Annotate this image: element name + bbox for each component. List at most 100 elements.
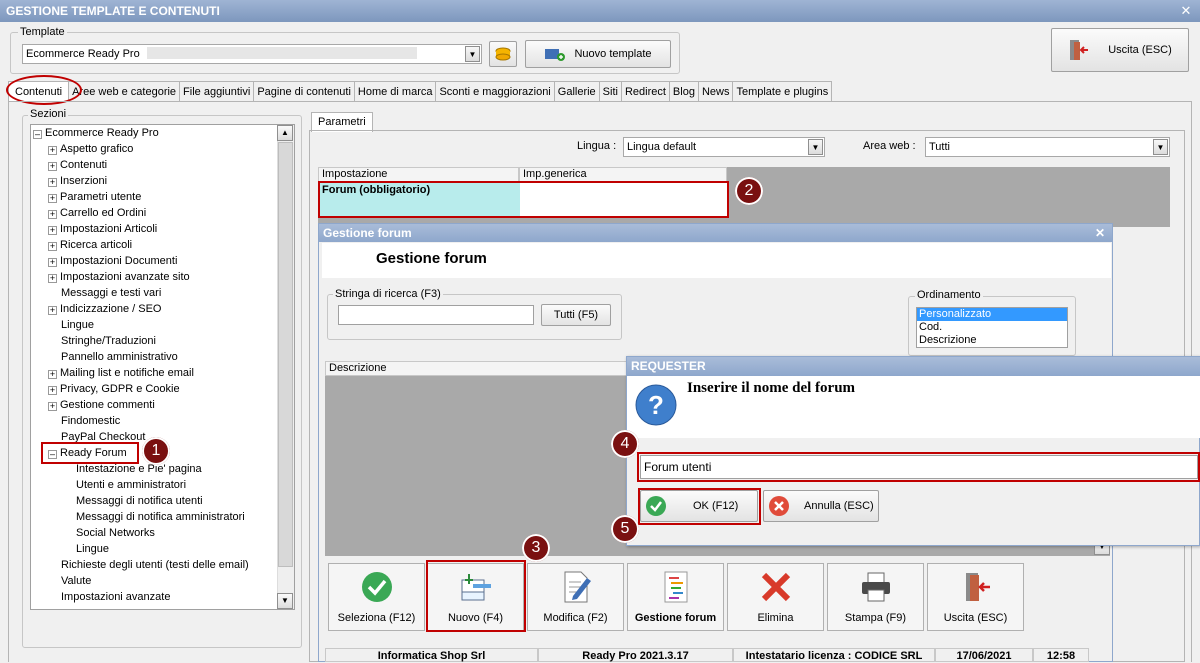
status-version: Ready Pro 2021.3.17 — [538, 648, 733, 662]
new-template-button[interactable]: Nuovo template — [525, 40, 671, 68]
lingua-select[interactable]: Lingua default ▼ — [623, 137, 825, 157]
tab-home-marca[interactable]: Home di marca — [353, 81, 437, 102]
tab-aree-web[interactable]: Aree web e categorie — [68, 81, 181, 102]
tree-item[interactable]: + Gestione commenti — [48, 397, 155, 413]
tree-item-label: Carrello ed Ordini — [60, 207, 147, 219]
tab-file-aggiuntivi[interactable]: File aggiuntivi — [179, 81, 255, 102]
tab-redirect[interactable]: Redirect — [620, 81, 670, 102]
tree-child-item[interactable]: Social Networks — [76, 525, 155, 541]
tree-item[interactable]: + Contenuti — [48, 157, 107, 173]
expand-icon[interactable]: + — [48, 162, 57, 171]
tree-item[interactable]: Stringhe/Traduzioni — [61, 333, 156, 349]
new-button-highlight — [426, 560, 526, 632]
col-descrizione: Descrizione — [325, 361, 630, 376]
edit-button[interactable]: Modifica (F2) — [527, 563, 624, 631]
tree-child-item[interactable]: Messaggi di notifica amministratori — [76, 509, 245, 525]
tree-item[interactable]: Messaggi e testi vari — [61, 285, 161, 301]
tab-blog[interactable]: Blog — [668, 81, 699, 102]
expand-icon[interactable]: + — [48, 210, 57, 219]
exit-button[interactable]: Uscita (ESC) — [1051, 28, 1189, 72]
tree-item[interactable]: Impostazioni avanzate — [61, 589, 170, 605]
expand-icon[interactable]: + — [48, 386, 57, 395]
order-option-2[interactable]: Descrizione — [917, 334, 976, 347]
tree-item-label: Aspetto grafico — [60, 143, 134, 155]
template-select[interactable]: Ecommerce Ready Pro ▼ — [22, 44, 482, 64]
all-button[interactable]: Tutti (F5) — [541, 304, 611, 326]
manage-forum-button[interactable]: Gestione forum — [627, 563, 724, 631]
tree-item[interactable]: Lingue — [61, 317, 94, 333]
tree-item[interactable]: Pannello amministrativo — [61, 349, 178, 365]
svg-text:?: ? — [648, 390, 664, 420]
tab-sconti[interactable]: Sconti e maggiorazioni — [435, 81, 555, 102]
expand-icon[interactable]: + — [48, 370, 57, 379]
tree-item[interactable]: + Aspetto grafico — [48, 141, 133, 157]
area-web-label: Area web : — [863, 140, 916, 152]
close-icon[interactable]: ✕ — [1095, 224, 1105, 242]
tree-root[interactable]: – Ecommerce Ready Pro — [33, 125, 159, 141]
database-button[interactable] — [489, 41, 517, 67]
requester-question: Inserire il nome del forum — [687, 380, 856, 396]
order-option-1[interactable]: Cod. — [917, 321, 942, 334]
expand-icon[interactable]: + — [48, 402, 57, 411]
edit-document-icon — [564, 571, 591, 603]
tree-item[interactable]: + Ricerca articoli — [48, 237, 132, 253]
tree-item-label: Impostazioni Documenti — [60, 255, 178, 267]
ok-highlight — [638, 488, 761, 525]
expand-icon[interactable]: + — [48, 258, 57, 267]
tree-item[interactable]: + Mailing list e notifiche email — [48, 365, 194, 381]
tab-template-plugins[interactable]: Template e plugins — [732, 81, 833, 102]
expand-icon[interactable]: + — [48, 178, 57, 187]
tree-item[interactable]: Richieste degli utenti (testi delle emai… — [61, 557, 249, 573]
tree-child-item[interactable]: Lingue — [76, 541, 109, 557]
tree-item[interactable]: + Impostazioni Articoli — [48, 221, 157, 237]
close-icon[interactable]: ✕ — [1178, 3, 1194, 19]
tree-item[interactable]: + Privacy, GDPR e Cookie — [48, 381, 180, 397]
tree-item[interactable]: + Impostazioni avanzate sito — [48, 269, 190, 285]
search-label: Stringa di ricerca (F3) — [333, 288, 443, 300]
tree-list-icon — [664, 571, 687, 603]
tree-item[interactable]: Findomestic — [61, 413, 120, 429]
order-option-0[interactable]: Personalizzato — [917, 308, 1067, 321]
expand-icon[interactable]: + — [48, 226, 57, 235]
expand-icon[interactable]: + — [48, 274, 57, 283]
search-input[interactable] — [338, 305, 534, 325]
input-highlight — [637, 452, 1200, 482]
tree-item[interactable]: + Impostazioni Documenti — [48, 253, 177, 269]
status-company: Informatica Shop Srl — [325, 648, 538, 662]
tab-parametri[interactable]: Parametri — [311, 112, 373, 132]
tree-item[interactable]: + Carrello ed Ordini — [48, 205, 146, 221]
scroll-thumb[interactable] — [278, 142, 293, 567]
tree-child-item[interactable]: Messaggi di notifica utenti — [76, 493, 203, 509]
tree-item[interactable]: Valute — [61, 573, 91, 589]
tree-item[interactable]: + Inserzioni — [48, 173, 107, 189]
tab-gallerie[interactable]: Gallerie — [553, 81, 600, 102]
expand-icon[interactable]: + — [48, 306, 57, 315]
tree-item-label: Indicizzazione / SEO — [60, 303, 162, 315]
step-badge-3: 3 — [522, 534, 550, 562]
tree-item-label: Stringhe/Traduzioni — [61, 335, 156, 347]
printer-icon — [861, 572, 890, 602]
select-button[interactable]: Seleziona (F12) — [328, 563, 425, 631]
tab-siti[interactable]: Siti — [598, 81, 622, 102]
area-web-select[interactable]: Tutti ▼ — [925, 137, 1170, 157]
tree-item-label: Ricerca articoli — [60, 239, 133, 251]
template-group-label: Template — [18, 26, 67, 38]
expand-icon[interactable]: + — [48, 194, 57, 203]
tree-item-label: Lingue — [61, 319, 95, 331]
tab-pagine-contenuti[interactable]: Pagine di contenuti — [253, 81, 355, 102]
cancel-button[interactable]: Annulla (ESC) — [763, 490, 879, 522]
tree-item-label: Messaggi e testi vari — [61, 287, 162, 299]
print-button[interactable]: Stampa (F9) — [827, 563, 924, 631]
expand-icon[interactable]: + — [48, 242, 57, 251]
expand-icon[interactable]: + — [48, 146, 57, 155]
forum-exit-button[interactable]: Uscita (ESC) — [927, 563, 1024, 631]
scroll-up-icon[interactable]: ▲ — [277, 125, 293, 141]
tree-item[interactable]: + Indicizzazione / SEO — [48, 301, 162, 317]
tree-item[interactable]: + Parametri utente — [48, 189, 141, 205]
new-template-icon — [545, 49, 566, 61]
scroll-down-icon[interactable]: ▼ — [277, 593, 293, 609]
order-label: Ordinamento — [915, 289, 983, 301]
delete-button[interactable]: Elimina — [727, 563, 824, 631]
tab-news[interactable]: News — [697, 81, 734, 102]
tree-child-item[interactable]: Utenti e amministratori — [76, 477, 186, 493]
